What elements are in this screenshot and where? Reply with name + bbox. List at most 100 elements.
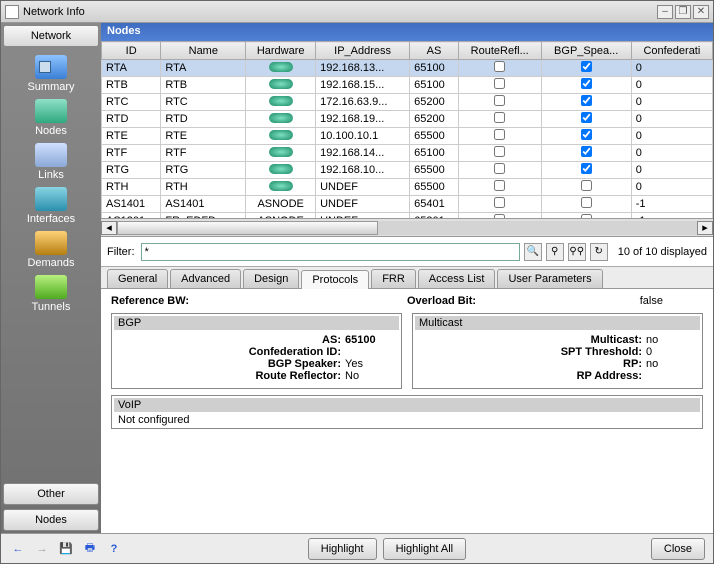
scroll-track[interactable] <box>117 221 697 235</box>
help-icon[interactable]: ? <box>105 540 123 558</box>
sidebar-item-tunnels[interactable]: Tunnels <box>6 275 96 313</box>
column-header[interactable]: BGP_Spea... <box>541 42 631 60</box>
close-window-button[interactable]: ✕ <box>693 5 709 19</box>
bgp-rr-value: No <box>345 370 395 382</box>
table-row[interactable]: AS1401AS1401ASNODEUNDEF65401-1 <box>102 196 713 213</box>
sidebar-item-label: Summary <box>27 81 74 93</box>
bgp-speaker-cell <box>541 94 631 111</box>
close-button[interactable]: Close <box>651 538 705 560</box>
sidebar-item-label: Nodes <box>35 125 67 137</box>
hardware-cell <box>246 128 316 145</box>
column-header[interactable]: IP_Address <box>316 42 410 60</box>
route-reflector-cell-checkbox[interactable] <box>494 61 505 72</box>
interfaces-icon <box>35 187 67 211</box>
table-row[interactable]: RTFRTF192.168.14...651000 <box>102 145 713 162</box>
bgp-speaker-cell-checkbox[interactable] <box>581 163 592 174</box>
column-header[interactable]: Confederati <box>631 42 712 60</box>
table-cell: UNDEF <box>316 196 410 213</box>
sidebar-item-interfaces[interactable]: Interfaces <box>6 187 96 225</box>
route-reflector-cell-checkbox[interactable] <box>494 95 505 106</box>
route-reflector-cell-checkbox[interactable] <box>494 180 505 191</box>
sidebar: Network Summary Nodes Links Interfaces D… <box>1 23 101 533</box>
highlight-button[interactable]: Highlight <box>308 538 377 560</box>
route-reflector-cell-checkbox[interactable] <box>494 197 505 208</box>
bgp-speaker-cell-checkbox[interactable] <box>581 146 592 157</box>
filter-input[interactable] <box>141 243 520 261</box>
zoom-in-icon[interactable]: ⚲ <box>546 243 564 261</box>
sidebar-item-nodes[interactable]: Nodes <box>6 99 96 137</box>
back-icon[interactable]: ← <box>9 540 27 558</box>
table-cell: 65100 <box>410 77 459 94</box>
horizontal-scrollbar[interactable]: ◂ ▸ <box>101 219 713 237</box>
table-row[interactable]: RTDRTD192.168.19...652000 <box>102 111 713 128</box>
route-reflector-cell-checkbox[interactable] <box>494 163 505 174</box>
tab-advanced[interactable]: Advanced <box>170 269 241 288</box>
filter-status: 10 of 10 displayed <box>618 246 707 258</box>
tab-user-parameters[interactable]: User Parameters <box>497 269 602 288</box>
filter-label: Filter: <box>107 246 135 258</box>
bgp-speaker-cell-checkbox[interactable] <box>581 95 592 106</box>
summary-icon <box>35 55 67 79</box>
table-cell: 65100 <box>410 60 459 77</box>
column-header[interactable]: AS <box>410 42 459 60</box>
bgp-speaker-cell-checkbox[interactable] <box>581 180 592 191</box>
highlight-all-button[interactable]: Highlight All <box>383 538 466 560</box>
rp-label: RP: <box>623 358 642 370</box>
route-reflector-cell-checkbox[interactable] <box>494 78 505 89</box>
zoom-out-icon[interactable]: ⚲⚲ <box>568 243 586 261</box>
tab-protocols[interactable]: Protocols <box>301 270 369 289</box>
table-cell: RTF <box>102 145 161 162</box>
app-icon <box>5 5 19 19</box>
route-reflector-cell-checkbox[interactable] <box>494 146 505 157</box>
scroll-left-button[interactable]: ◂ <box>101 221 117 235</box>
hardware-cell <box>246 145 316 162</box>
table-row[interactable]: RTHRTHUNDEF655000 <box>102 179 713 196</box>
table-cell: RTE <box>161 128 246 145</box>
table-cell: AS1401 <box>161 196 246 213</box>
refresh-icon[interactable]: ↻ <box>590 243 608 261</box>
sidebar-nodes-button[interactable]: Nodes <box>3 509 99 531</box>
sidebar-item-summary[interactable]: Summary <box>6 55 96 93</box>
nodes-header: Nodes <box>101 23 713 41</box>
sidebar-network-button[interactable]: Network <box>3 25 99 47</box>
route-reflector-cell-checkbox[interactable] <box>494 112 505 123</box>
table-cell: -1 <box>631 196 712 213</box>
column-header[interactable]: Hardware <box>246 42 316 60</box>
table-row[interactable]: RTCRTC172.16.63.9...652000 <box>102 94 713 111</box>
table-row[interactable]: RTBRTB192.168.15...651000 <box>102 77 713 94</box>
tab-frr[interactable]: FRR <box>371 269 416 288</box>
table-cell: UNDEF <box>316 179 410 196</box>
route-reflector-cell-checkbox[interactable] <box>494 129 505 140</box>
bgp-title: BGP <box>114 316 399 330</box>
table-row[interactable]: RTERTE10.100.10.1655000 <box>102 128 713 145</box>
table-row[interactable]: RTARTA192.168.13...651000 <box>102 60 713 77</box>
table-cell: 0 <box>631 60 712 77</box>
bgp-speaker-cell-checkbox[interactable] <box>581 112 592 123</box>
column-header[interactable]: RouteRefl... <box>458 42 541 60</box>
scroll-right-button[interactable]: ▸ <box>697 221 713 235</box>
table-cell: RTD <box>102 111 161 128</box>
tab-general[interactable]: General <box>107 269 168 288</box>
save-icon[interactable]: 💾 <box>57 540 75 558</box>
tab-access-list[interactable]: Access List <box>418 269 496 288</box>
sidebar-item-demands[interactable]: Demands <box>6 231 96 269</box>
bgp-speaker-cell-checkbox[interactable] <box>581 61 592 72</box>
column-header[interactable]: ID <box>102 42 161 60</box>
overload-label: Overload Bit: <box>407 295 476 307</box>
tab-design[interactable]: Design <box>243 269 299 288</box>
forward-icon[interactable]: → <box>33 540 51 558</box>
sidebar-item-links[interactable]: Links <box>6 143 96 181</box>
search-icon[interactable]: 🔍 <box>524 243 542 261</box>
sidebar-other-button[interactable]: Other <box>3 483 99 505</box>
table-cell: 0 <box>631 94 712 111</box>
minimize-button[interactable]: – <box>657 5 673 19</box>
spt-label: SPT Threshold: <box>561 346 642 358</box>
bgp-speaker-cell-checkbox[interactable] <box>581 129 592 140</box>
scroll-thumb[interactable] <box>117 221 378 235</box>
maximize-button[interactable]: ❐ <box>675 5 691 19</box>
bgp-speaker-cell-checkbox[interactable] <box>581 78 592 89</box>
table-row[interactable]: RTGRTG192.168.10...655000 <box>102 162 713 179</box>
print-icon[interactable]: 🖶 <box>81 540 99 558</box>
bgp-speaker-cell-checkbox[interactable] <box>581 197 592 208</box>
column-header[interactable]: Name <box>161 42 246 60</box>
